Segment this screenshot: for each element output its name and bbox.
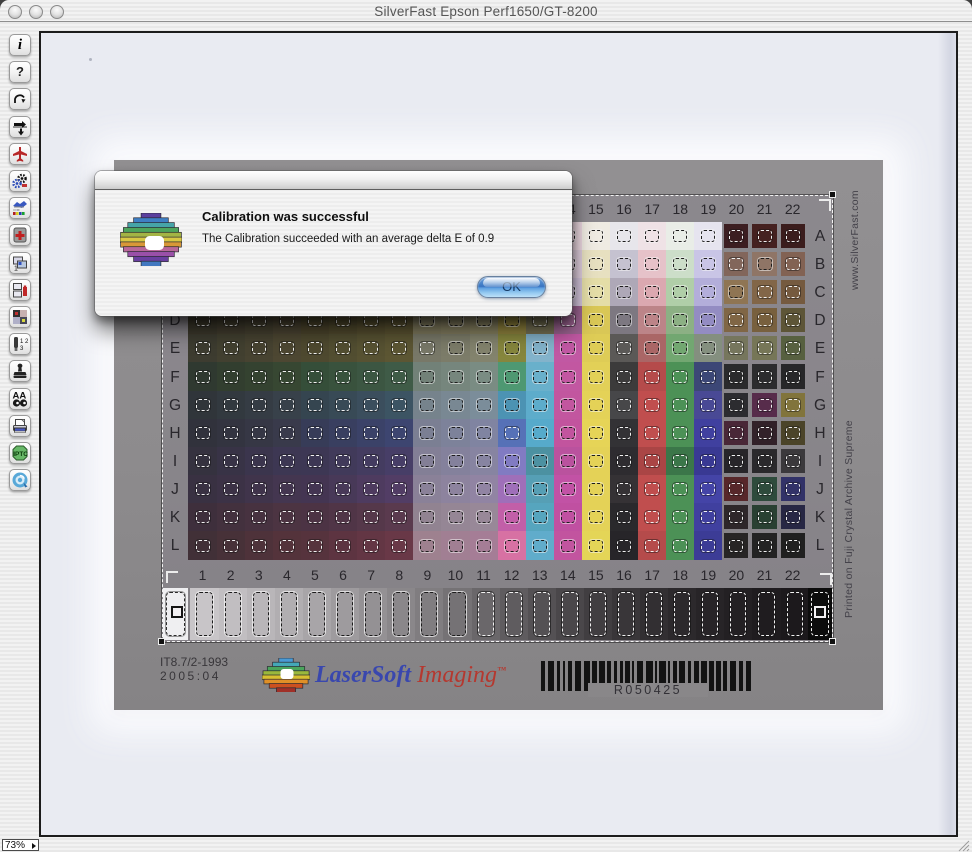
- svg-text:3: 3: [20, 346, 24, 352]
- svg-text:1 2: 1 2: [20, 339, 29, 345]
- svg-text:1: 1: [14, 266, 18, 273]
- svg-text:IPTC: IPTC: [13, 451, 28, 458]
